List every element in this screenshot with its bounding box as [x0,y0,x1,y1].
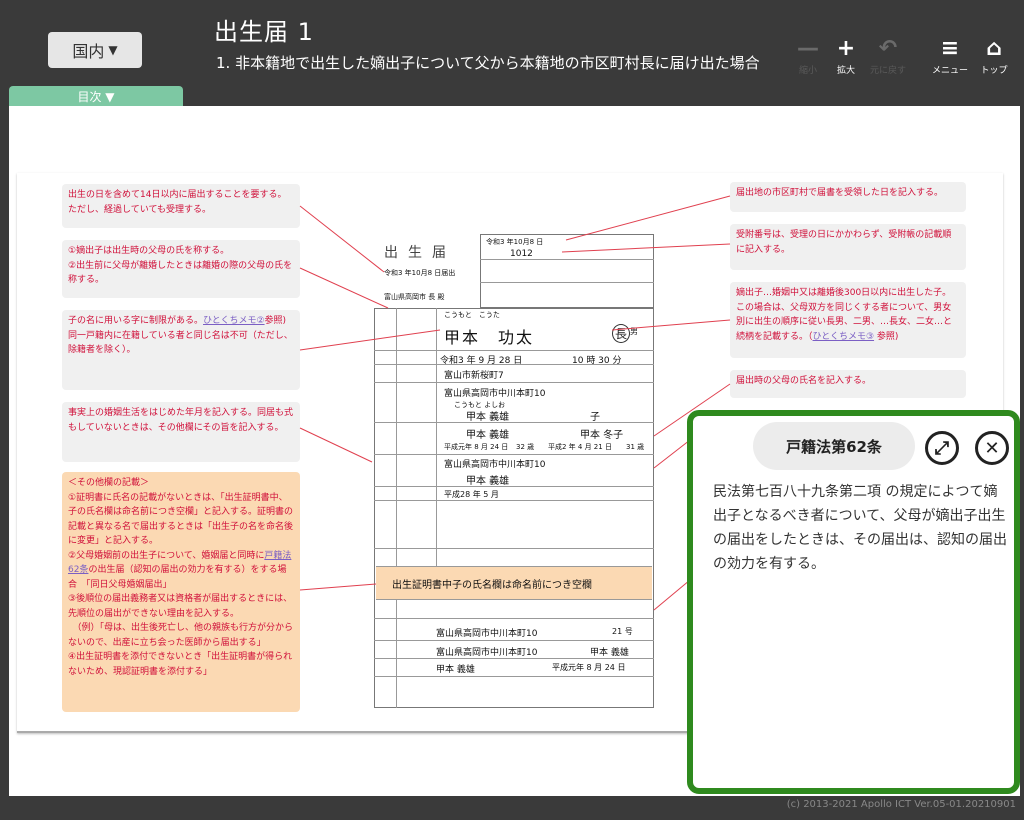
mother-name: 甲本 冬子 [580,430,624,441]
form-line [374,454,654,455]
father-age: 32 歳 [516,443,535,451]
child-kana: こうもと こうた [444,311,500,319]
app-root: 国内 ▼ 出生届 1 1. 非本籍地で出生した嫡出子について父から本籍地の市区町… [0,0,1024,820]
birth-place: 富山市新桜町7 [444,371,504,381]
note-child-name-text: 子の名に用いる字に制限がある。 [68,316,204,326]
form-line [374,640,654,641]
form-received: 令和3 年10月8 日 [486,238,544,246]
popup-title: 戸籍法第62条 [753,422,915,470]
region-dropdown-button[interactable]: 国内 ▼ [48,32,142,68]
form-line [374,658,654,659]
note-other-item2-text: ②父母婚姻前の出生子について、婚姻届と同時に [68,550,265,561]
father-dob: 平成元年 8 月 24 日 [444,443,509,451]
note-other-item1: ①証明書に氏名の記載がないときは、「出生証明書中、子の氏名欄は命名前につき空欄」… [68,492,294,547]
form-line [374,676,654,677]
form-line [480,282,654,283]
note-other-heading: ＜その他欄の記載＞ [68,478,150,488]
form-line [374,364,654,365]
honseki: 富山県高岡市中川本町10 [444,460,546,470]
notifier-honseki: 富山県高岡市中川本町10 [436,648,538,658]
note-other-item3: ③後順位の届出義務者又は資格者が届出するときには、先順位の届出ができない理由を記… [68,594,294,648]
note-other-item2: ②父母婚姻前の出生子について、婚姻届と同時に戸籍法62条の出生届（認知の届出の効… [68,549,294,593]
form-line [374,382,654,383]
note-other-item4: ④出生証明書を添付できないとき「出生証明書が得られないため、現認証明書を添付する… [68,652,293,677]
koseki-62-popup: 戸籍法第62条 ⤢ ✕ 民法第七百八十九条第二項 の規定によつて嫡出子となるべき… [687,410,1020,794]
child-relation-suffix: 男 [630,327,638,336]
honseki-head: 甲本 義雄 [466,476,510,487]
home-label: トップ [980,66,1008,76]
undo-button[interactable]: ↶ 元に戻す [868,36,908,77]
note-legitimate-text-2: 参照) [874,331,899,342]
form-date: 令和3 年10月8 日届出 [384,269,456,277]
undo-label: 元に戻す [869,66,906,76]
mother-age: 31 歳 [626,443,645,451]
form-line [374,618,654,619]
form-line [374,422,654,423]
zoom-in-icon: + [836,36,856,61]
zoom-in-label: 拡大 [836,66,855,76]
note-deadline: 出生の日を含めて14日以内に届出することを要する。ただし、経過していても受理する… [62,184,300,228]
menu-label: メニュー [931,66,968,76]
note-surname: ①嫡出子は出生時の父母の氏を称する。 ②出生前に父母が離婚したときは離婚の際の父… [62,240,300,298]
cohabitation-date: 平成28 年 5 月 [444,490,499,499]
hitokuchi-memo-3-link[interactable]: ひとくちメモ③ [813,332,875,342]
header-bar: 国内 ▼ 出生届 1 1. 非本籍地で出生した嫡出子について父から本籍地の市区町… [0,0,1024,88]
notifier-head: 甲本 義雄 [590,648,629,658]
form-addressee: 富山県高岡市 長 殿 [384,293,445,301]
note-parent-names: 届出時の父母の氏名を記入する。 [730,370,966,398]
form-line [480,259,654,260]
expand-icon[interactable]: ⤢ [925,431,959,465]
form-line [396,308,397,708]
chevron-down-icon: ▼ [108,43,118,57]
form-line [374,500,654,501]
home-button[interactable]: ⌂ トップ [974,36,1014,77]
form-line [436,308,437,568]
home-icon: ⌂ [986,36,1002,61]
menu-icon: ≡ [940,36,960,61]
zoom-out-label: 縮小 [798,66,817,76]
form-line [374,486,654,487]
mother-dob: 平成2 年 4 月 21 日 [548,443,612,451]
other-field-text: 出生証明書中子の氏名欄は命名前につき空欄 [392,580,592,591]
address: 富山県高岡市中川本町10 [444,389,546,399]
menu-button[interactable]: ≡ メニュー [930,36,970,77]
form-title: 出生届 [384,245,456,261]
child-name: 甲本 功太 [444,328,535,347]
note-cohabitation: 事実上の婚姻生活をはじめた年月を記入する。同居も式もしていないときは、その他欄に… [62,402,300,462]
form-line [374,350,654,351]
note-receipt-date: 届出地の市区町村で届書を受領した日を記入する。 [730,182,966,212]
notifier-name: 甲本 義雄 [436,665,475,675]
copyright: (c) 2013-2021 Apollo ICT Ver.05-01.20210… [786,799,1016,810]
undo-icon: ↶ [878,36,898,61]
page-title: 出生届 1 [214,18,314,46]
child-relationship: 子 [590,412,600,423]
zoom-out-button[interactable]: — 縮小 [788,36,828,77]
father-name: 甲本 義雄 [466,430,510,441]
page-subtitle: 1. 非本籍地で出生した嫡出子について父から本籍地の市区町村長に届け出た場合 [216,54,760,72]
notifier-age: 21 号 [612,627,633,636]
householder: 甲本 義雄 [466,412,510,423]
note-legitimate-child: 嫡出子…婚姻中又は離婚後300日以内に出生した子。この場合は、父母双方を同じくす… [730,282,966,358]
note-other-field: ＜その他欄の記載＞ ①証明書に氏名の記載がないときは、「出生証明書中、子の氏名欄… [62,472,300,712]
hitokuchi-memo-2-link[interactable]: ひとくちメモ② [203,316,265,326]
note-receipt-number: 受附番号は、受理の日にかかわらず、受附帳の記載順に記入する。 [730,224,966,270]
notifier-address: 富山県高岡市中川本町10 [436,629,538,639]
note-child-name: 子の名に用いる字に制限がある。ひとくちメモ②参照) 同一戸籍内に在籍している者と… [62,310,300,390]
popup-body: 民法第七百八十九条第二項 の規定によつて嫡出子となるべき者について、父母が嫡出子… [713,484,1007,572]
zoom-in-button[interactable]: + 拡大 [826,36,866,77]
form-number: 1012 [510,249,533,259]
zoom-out-icon: — [797,36,819,61]
toc-tab[interactable]: 目次 ▼ [9,86,183,106]
note-other-item2-text-b: の出生届（認知の届出の効力を有する）をする場合 「同日父母婚姻届出」 [68,565,287,590]
region-label: 国内 [72,42,105,61]
notifier-dob: 平成元年 8 月 24 日 [552,663,626,672]
child-relation: 長 [612,324,631,343]
close-icon[interactable]: ✕ [975,431,1009,465]
form-line [374,548,654,549]
